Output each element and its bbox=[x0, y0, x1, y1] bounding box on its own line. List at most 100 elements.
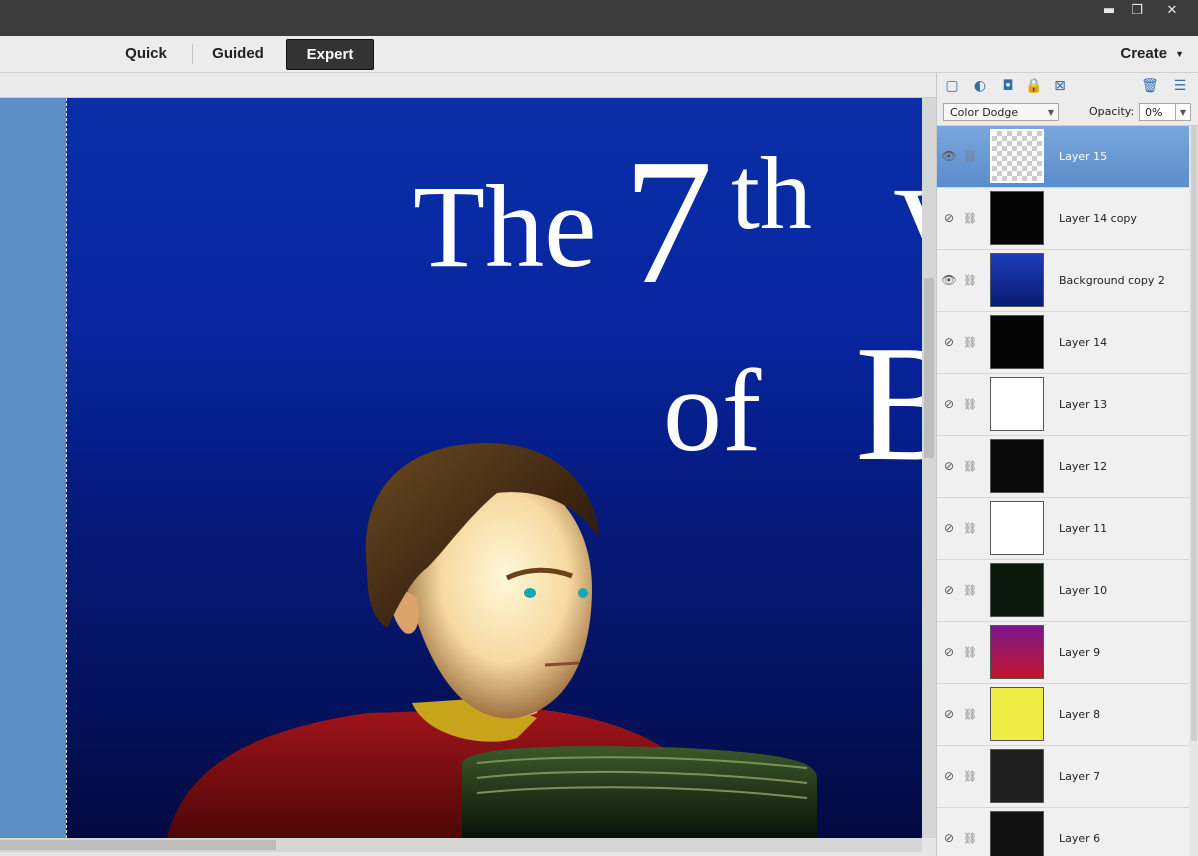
layer-row[interactable]: ⊘ ⛓ Layer 12 bbox=[937, 436, 1189, 498]
link-icon[interactable]: ⛓ bbox=[963, 706, 977, 722]
eye-hidden-icon[interactable]: ⊘ bbox=[941, 334, 957, 350]
eye-hidden-icon[interactable]: ⊘ bbox=[941, 458, 957, 474]
scroll-thumb[interactable] bbox=[0, 840, 276, 850]
link-icon[interactable]: ⛓ bbox=[963, 210, 977, 226]
new-layer-icon[interactable]: ▢ bbox=[943, 77, 961, 95]
link-icon[interactable]: ⛓ bbox=[963, 458, 977, 474]
layer-row[interactable]: ⊘ ⛓ Layer 7 bbox=[937, 746, 1189, 808]
panel-menu-icon[interactable]: ☰ bbox=[1171, 77, 1189, 95]
restore-button[interactable]: ❐ bbox=[1122, 0, 1152, 20]
link-icon[interactable]: ⛓ bbox=[963, 768, 977, 784]
lock-transparent-icon[interactable]: ⊠ bbox=[1051, 77, 1069, 95]
eye-hidden-icon[interactable]: ⊘ bbox=[941, 210, 957, 226]
layer-thumbnail bbox=[990, 563, 1044, 617]
layer-thumbnail bbox=[990, 625, 1044, 679]
blend-mode-value: Color Dodge bbox=[950, 106, 1019, 119]
chevron-down-icon: ▼ bbox=[1047, 108, 1054, 117]
layer-list: 👁 ⛓ Layer 15 ⊘ ⛓ Layer 14 copy 👁 ⛓ Background co… bbox=[937, 126, 1189, 856]
layer-thumbnail bbox=[990, 439, 1044, 493]
layer-thumbnail bbox=[990, 687, 1044, 741]
eye-hidden-icon[interactable]: ⊘ bbox=[941, 396, 957, 412]
eye-visible-icon[interactable]: 👁 bbox=[941, 148, 957, 164]
layer-row[interactable]: ⊘ ⛓ Layer 14 bbox=[937, 312, 1189, 374]
adjustment-layer-icon[interactable]: ◐ bbox=[971, 77, 989, 95]
layer-row[interactable]: ⊘ ⛓ Layer 14 copy bbox=[937, 188, 1189, 250]
layer-row[interactable]: ⊘ ⛓ Layer 8 bbox=[937, 684, 1189, 746]
minimize-button[interactable]: ▬ bbox=[1094, 0, 1124, 20]
close-button[interactable]: ✕ bbox=[1150, 0, 1194, 20]
layer-name: Layer 12 bbox=[1059, 460, 1108, 473]
layers-panel: ▢ ◐ ◘ 🔒 ⊠ 🗑 ☰ Color Dodge ▼ Opacity: 0% … bbox=[936, 73, 1198, 856]
link-icon[interactable]: ⛓ bbox=[963, 520, 977, 536]
opacity-input[interactable]: 0% ▼ bbox=[1139, 103, 1191, 121]
right-eye bbox=[578, 588, 588, 598]
layer-row[interactable]: ⊘ ⛓ Layer 11 bbox=[937, 498, 1189, 560]
layer-row[interactable]: ⊘ ⛓ Layer 9 bbox=[937, 622, 1189, 684]
mode-bar: Quick Guided Expert Create ▼ bbox=[0, 36, 1198, 73]
layer-name: Layer 7 bbox=[1059, 770, 1101, 783]
layer-name: Layer 13 bbox=[1059, 398, 1108, 411]
blend-mode-select[interactable]: Color Dodge ▼ bbox=[943, 103, 1059, 121]
chevron-down-icon[interactable]: ▼ bbox=[1175, 104, 1190, 120]
title-bar: ▬ ❐ ✕ bbox=[0, 0, 1198, 36]
eye-visible-icon[interactable]: 👁 bbox=[941, 272, 957, 288]
layer-name: Layer 8 bbox=[1059, 708, 1101, 721]
lock-all-icon[interactable]: 🔒 bbox=[1025, 77, 1043, 95]
layer-name: Layer 9 bbox=[1059, 646, 1101, 659]
layer-thumbnail bbox=[990, 253, 1044, 307]
opacity-value: 0% bbox=[1145, 106, 1163, 119]
canvas-area: The 7 th V of B bbox=[0, 73, 936, 856]
tab-quick[interactable]: Quick bbox=[110, 39, 182, 68]
character-illustration bbox=[167, 443, 817, 838]
eye-hidden-icon[interactable]: ⊘ bbox=[941, 768, 957, 784]
layer-name: Layer 14 copy bbox=[1059, 212, 1137, 225]
layer-thumbnail bbox=[990, 315, 1044, 369]
eye-hidden-icon[interactable]: ⊘ bbox=[941, 520, 957, 536]
layer-name: Layer 14 bbox=[1059, 336, 1108, 349]
scroll-thumb[interactable] bbox=[924, 278, 934, 458]
tab-expert[interactable]: Expert bbox=[286, 39, 374, 70]
eye-hidden-icon[interactable]: ⊘ bbox=[941, 706, 957, 722]
create-label: Create bbox=[1120, 45, 1168, 62]
link-icon[interactable]: ⛓ bbox=[963, 272, 977, 288]
layers-scrollbar[interactable] bbox=[1189, 126, 1198, 856]
eye-hidden-icon[interactable]: ⊘ bbox=[941, 582, 957, 598]
link-icon[interactable]: ⛓ bbox=[963, 830, 977, 846]
link-icon[interactable]: ⛓ bbox=[963, 644, 977, 660]
eye-hidden-icon[interactable]: ⊘ bbox=[941, 830, 957, 846]
create-menu[interactable]: Create ▼ bbox=[1120, 39, 1184, 68]
link-icon[interactable]: ⛓ bbox=[963, 334, 977, 350]
layer-row[interactable]: ⊘ ⛓ Layer 6 bbox=[937, 808, 1189, 856]
link-icon[interactable]: ⛓ bbox=[963, 582, 977, 598]
layer-thumbnail bbox=[990, 501, 1044, 555]
link-icon[interactable]: ⛓ bbox=[963, 396, 977, 412]
opacity-label: Opacity: bbox=[1089, 105, 1135, 118]
tab-guided[interactable]: Guided bbox=[196, 39, 280, 68]
layer-thumbnail bbox=[990, 811, 1044, 856]
layer-mask-icon[interactable]: ◘ bbox=[999, 77, 1017, 95]
layers-toolbar: ▢ ◐ ◘ 🔒 ⊠ 🗑 ☰ bbox=[937, 73, 1198, 99]
layer-row[interactable]: ⊘ ⛓ Layer 13 bbox=[937, 374, 1189, 436]
scroll-thumb[interactable] bbox=[1191, 126, 1197, 741]
divider bbox=[192, 44, 193, 64]
trash-icon[interactable]: 🗑 bbox=[1141, 77, 1159, 95]
layer-row[interactable]: 👁 ⛓ Background copy 2 bbox=[937, 250, 1189, 312]
eye-hidden-icon[interactable]: ⊘ bbox=[941, 644, 957, 660]
layer-name: Layer 15 bbox=[1059, 150, 1108, 163]
chevron-down-icon: ▼ bbox=[1175, 48, 1184, 59]
layer-thumbnail bbox=[990, 129, 1044, 183]
layer-name: Layer 6 bbox=[1059, 832, 1101, 845]
pasteboard bbox=[0, 98, 66, 838]
horizontal-scrollbar[interactable] bbox=[0, 838, 922, 852]
mouth bbox=[544, 661, 580, 667]
document-image[interactable]: The 7 th V of B bbox=[66, 98, 923, 838]
layer-row[interactable]: 👁 ⛓ Layer 15 bbox=[937, 126, 1189, 188]
layer-name: Layer 10 bbox=[1059, 584, 1108, 597]
left-eye bbox=[524, 588, 536, 598]
layer-thumbnail bbox=[990, 191, 1044, 245]
blend-row: Color Dodge ▼ Opacity: 0% ▼ bbox=[937, 99, 1198, 126]
layer-row[interactable]: ⊘ ⛓ Layer 10 bbox=[937, 560, 1189, 622]
layer-thumbnail bbox=[990, 749, 1044, 803]
link-icon[interactable]: ⛓ bbox=[963, 148, 977, 164]
vertical-scrollbar[interactable] bbox=[922, 98, 936, 838]
